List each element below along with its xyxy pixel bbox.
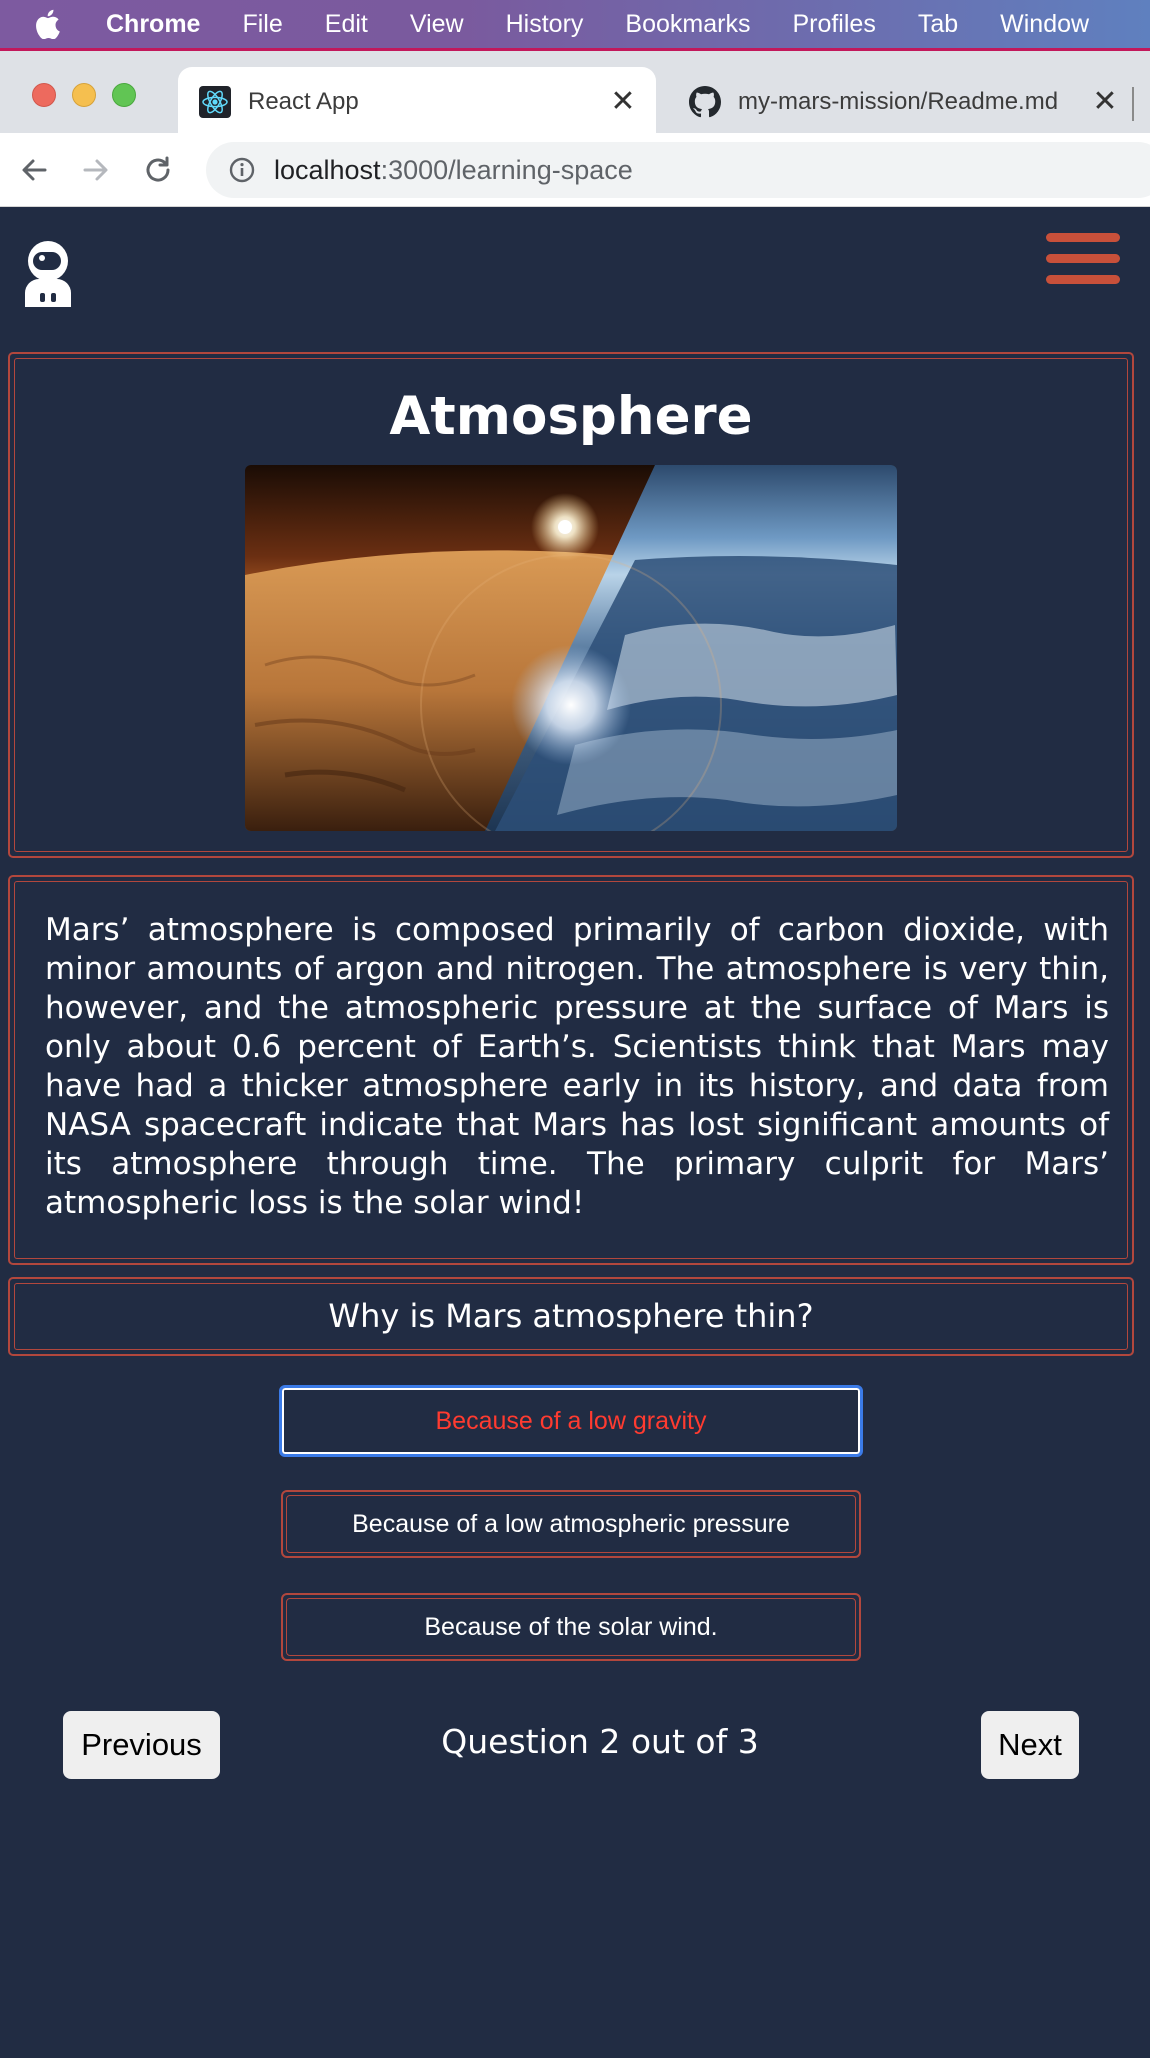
hamburger-menu-icon[interactable] [1046,233,1120,297]
browser-toolbar: localhost:3000/learning-space [0,133,1150,207]
forward-arrow-icon[interactable] [76,150,116,190]
url-path: :3000/learning-space [380,154,633,185]
question-counter: Question 2 out of 3 [441,1722,759,1761]
tab-github-readme[interactable]: my-mars-mission/Readme.md ✕ [668,67,1138,136]
hamburger-bar [1046,275,1120,284]
macos-menu-bar: Chrome File Edit View History Bookmarks … [0,0,1150,48]
site-info-icon[interactable] [228,156,258,184]
hamburger-bar [1046,233,1120,242]
browser-tab-strip: React App ✕ my-mars-mission/Readme.md ✕ [0,48,1150,136]
reload-icon[interactable] [138,150,178,190]
topic-card: Atmosphere [8,352,1134,858]
learning-space-page: Atmosphere Mars’ atmosphere is composed … [0,207,1150,2058]
url-host: localhost [274,154,381,185]
react-icon [198,85,232,119]
astronaut-icon[interactable] [20,237,80,307]
apple-icon[interactable] [34,9,70,39]
content-paragraph: Mars’ atmosphere is composed primarily o… [45,912,1109,1221]
menu-tab[interactable]: Tab [918,10,958,39]
tab-title: React App [248,87,359,115]
answer-option-2[interactable]: Because of a low atmospheric pressure [281,1490,861,1558]
menu-chrome[interactable]: Chrome [106,10,200,39]
menu-edit[interactable]: Edit [325,10,368,39]
tab-title: my-mars-mission/Readme.md [738,87,1059,115]
address-bar[interactable]: localhost:3000/learning-space [206,142,1150,198]
page-title: Atmosphere [389,386,753,447]
github-icon [688,85,722,119]
window-close-button[interactable] [32,83,56,107]
menu-view[interactable]: View [410,10,464,39]
window-minimize-button[interactable] [72,83,96,107]
menu-profiles[interactable]: Profiles [792,10,875,39]
question-card: Why is Mars atmosphere thin? [8,1277,1134,1356]
hamburger-bar [1046,254,1120,263]
tab-react-app[interactable]: React App ✕ [178,67,656,136]
back-arrow-icon[interactable] [14,150,54,190]
window-maximize-button[interactable] [112,83,136,107]
content-card: Mars’ atmosphere is composed primarily o… [8,875,1134,1265]
question-text: Why is Mars atmosphere thin? [328,1297,814,1335]
previous-button[interactable]: Previous [63,1711,220,1779]
tab-separator [1132,87,1134,121]
menu-window[interactable]: Window [1000,10,1089,39]
tab-close-icon[interactable]: ✕ [1090,84,1120,119]
answer-option-1[interactable]: Because of a low gravity [279,1385,863,1457]
mars-earth-atmosphere-image [245,465,897,831]
answer-option-3[interactable]: Because of the solar wind. [281,1593,861,1661]
menu-history[interactable]: History [506,10,584,39]
tab-close-icon[interactable]: ✕ [608,84,638,119]
menu-bookmarks[interactable]: Bookmarks [625,10,750,39]
menu-file[interactable]: File [242,10,282,39]
next-button[interactable]: Next [981,1711,1079,1779]
